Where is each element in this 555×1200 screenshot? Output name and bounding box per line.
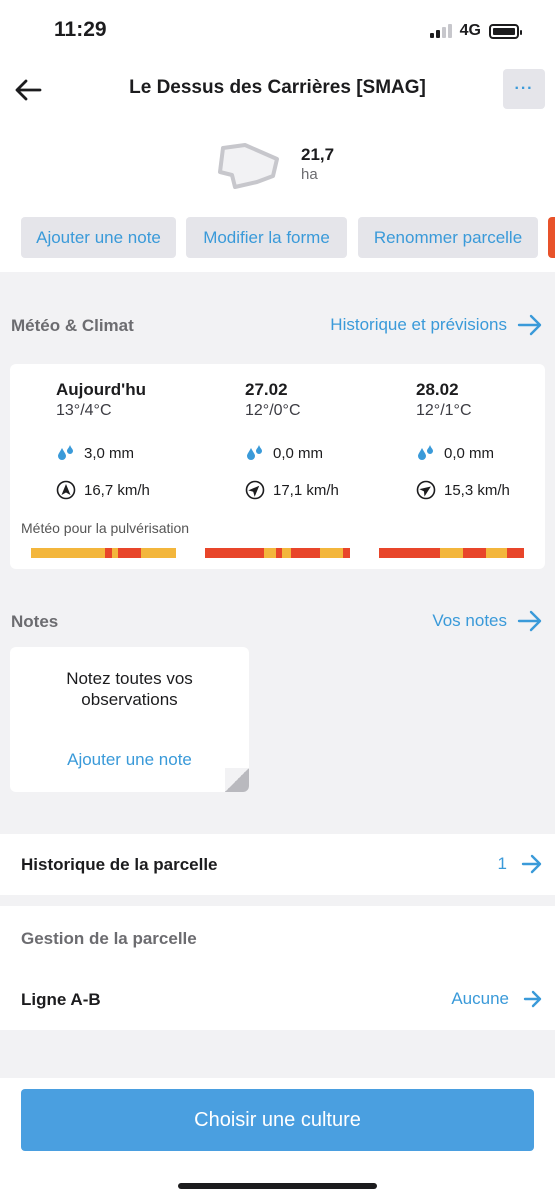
arrow-right-icon: [517, 314, 542, 336]
weather-day-today: Aujourd'hu 13°/4°C 3,0 mm 16,7 km/h: [56, 380, 216, 500]
weather-day-3: 28.02 12°/1°C 0,0 mm 15,3 km/h: [416, 380, 555, 500]
wind-value: 17,1 km/h: [273, 481, 339, 499]
day-rain: 0,0 mm: [416, 444, 555, 462]
ab-line-label: Ligne A-B: [21, 990, 101, 1009]
day-rain: 0,0 mm: [245, 444, 405, 462]
spray-bar-day-3: [379, 548, 524, 558]
status-indicators: 4G: [429, 22, 522, 40]
battery-icon: [489, 23, 522, 39]
arrow-right-icon: [521, 854, 542, 874]
overflow-chip[interactable]: [548, 217, 555, 258]
page-fold-icon: [225, 768, 249, 792]
day-label: 28.02: [416, 380, 459, 399]
ab-line-value: Aucune: [451, 989, 509, 1008]
arrow-right-icon: [523, 990, 542, 1008]
notes-empty-text: Notez toutes vos observations: [66, 669, 193, 709]
weather-history-link[interactable]: Historique et prévisions: [330, 314, 543, 336]
area-value: 21,7: [301, 145, 335, 164]
status-time: 11:29: [54, 18, 107, 41]
your-notes-label: Vos notes: [432, 611, 507, 630]
rain-value: 0,0 mm: [444, 444, 495, 462]
add-note-link[interactable]: Ajouter une note: [10, 750, 249, 770]
wind-direction-icon: [416, 480, 436, 500]
parcel-history-count: 1: [497, 854, 507, 873]
weather-section-title: Météo & Climat: [11, 316, 134, 335]
spray-bar-today: [31, 548, 176, 558]
parcel-management-block: Gestion de la parcelle Ligne A-B Aucune: [0, 906, 555, 1030]
add-note-chip[interactable]: Ajouter une note: [21, 217, 176, 258]
home-indicator[interactable]: [178, 1183, 377, 1189]
day-rain: 3,0 mm: [56, 444, 216, 462]
weather-day-2: 27.02 12°/0°C 0,0 mm 17,1 km/h: [245, 380, 405, 500]
parcel-shape-icon: [218, 143, 279, 189]
arrow-right-icon: [517, 610, 542, 632]
day-wind: 17,1 km/h: [245, 480, 405, 500]
notes-section-title: Notes: [11, 612, 59, 631]
empty-notes-card: Notez toutes vos observations Ajouter un…: [10, 647, 249, 792]
spray-bar-day-2: [205, 548, 350, 558]
spray-weather-label: Météo pour la pulvérisation: [21, 520, 190, 536]
rain-value: 3,0 mm: [84, 444, 135, 462]
edit-shape-chip[interactable]: Modifier la forme: [186, 217, 347, 258]
network-label: 4G: [459, 22, 481, 39]
day-temperature: 13°/4°C: [56, 402, 112, 419]
wind-value: 15,3 km/h: [444, 481, 510, 499]
signal-icon: [429, 24, 452, 38]
parcel-history-count-group: 1: [498, 854, 543, 874]
wind-direction-icon: [56, 480, 76, 500]
weather-card[interactable]: Aujourd'hu 13°/4°C 3,0 mm 16,7 km/h 27.0…: [10, 364, 545, 569]
day-label: Aujourd'hu: [56, 380, 146, 399]
day-temperature: 12°/1°C: [416, 402, 472, 419]
raindrop-icon: [418, 445, 433, 460]
wind-value: 16,7 km/h: [84, 481, 150, 499]
your-notes-link[interactable]: Vos notes: [432, 610, 543, 632]
choose-crop-button[interactable]: Choisir une culture: [21, 1089, 534, 1151]
day-wind: 16,7 km/h: [56, 480, 216, 500]
parcel-history-label: Historique de la parcelle: [21, 855, 218, 874]
area-unit: ha: [301, 166, 318, 183]
raindrop-icon: [58, 445, 73, 460]
rename-parcel-chip[interactable]: Renommer parcelle: [358, 217, 538, 258]
day-label: 27.02: [245, 380, 288, 399]
page-title: Le Dessus des Carrières [SMAG]: [129, 77, 426, 98]
rain-value: 0,0 mm: [273, 444, 324, 462]
more-options-button[interactable]: ···: [503, 69, 545, 109]
day-temperature: 12°/0°C: [245, 402, 301, 419]
weather-history-label: Historique et prévisions: [330, 315, 507, 334]
ab-line-value-group[interactable]: Aucune: [451, 989, 543, 1009]
parcel-history-row[interactable]: Historique de la parcelle 1: [0, 834, 555, 895]
day-wind: 15,3 km/h: [416, 480, 555, 500]
wind-direction-icon: [245, 480, 265, 500]
parcel-management-title: Gestion de la parcelle: [21, 929, 197, 948]
raindrop-icon: [247, 445, 262, 460]
